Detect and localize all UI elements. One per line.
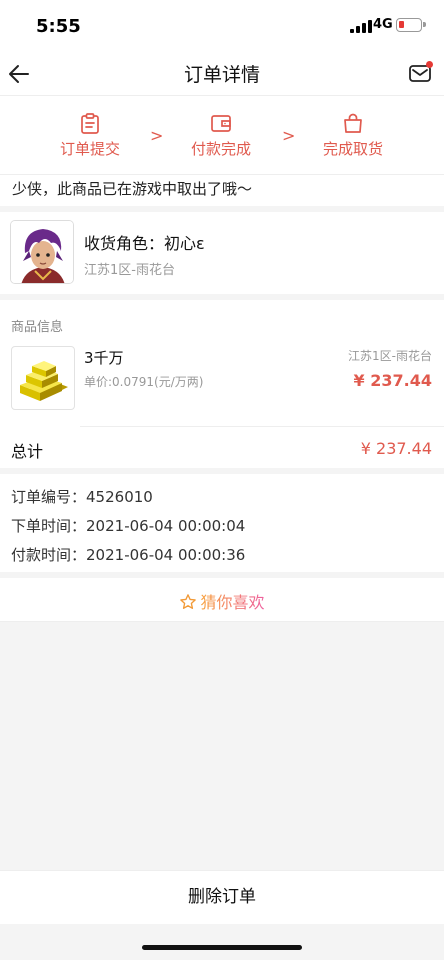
status-time: 5:55 xyxy=(36,16,81,37)
step-label: 订单提交 xyxy=(59,140,120,158)
receiver-card: 收货角色：初心ε 江苏1区-雨花台 xyxy=(0,212,444,294)
order-info-card: 订单编号：4526010 下单时间：2021-06-04 00:00:04 付款… xyxy=(0,474,444,572)
goods-unit-price: 单价:0.0791(元/万两) xyxy=(84,375,204,389)
message-button[interactable] xyxy=(406,58,436,88)
delivery-notice: 少侠，此商品已在游戏中取出了哦～ xyxy=(0,174,444,206)
chevron-right-icon: > xyxy=(282,126,296,145)
chevron-right-icon: > xyxy=(150,126,164,145)
total-label: 总计 xyxy=(11,442,44,461)
battery-icon xyxy=(396,18,426,32)
signal-icon xyxy=(350,20,372,33)
character-avatar xyxy=(10,220,74,284)
step-label: 完成取货 xyxy=(322,140,383,158)
order-paid-label: 付款时间： xyxy=(11,546,87,564)
guess-you-like[interactable]: 猜你喜欢 xyxy=(0,578,444,622)
status-bar: 5:55 4G xyxy=(0,0,444,52)
order-created-time: 2021-06-04 00:00:04 xyxy=(86,517,246,535)
gold-bars-image xyxy=(11,346,75,410)
goods-name: 3千万 xyxy=(84,349,124,367)
total-value: ¥ 237.44 xyxy=(360,439,432,458)
order-created-row: 下单时间：2021-06-04 00:00:04 xyxy=(11,515,245,536)
receiver-server: 江苏1区-雨花台 xyxy=(84,263,175,278)
goods-server: 江苏1区-雨花台 xyxy=(348,349,432,363)
delete-order-button[interactable]: 删除订单 xyxy=(0,870,444,924)
order-number: 4526010 xyxy=(86,488,153,506)
home-indicator xyxy=(142,945,302,950)
receiver-role-label: 收货角色： xyxy=(84,234,165,253)
order-number-label: 订单编号： xyxy=(11,488,87,506)
step-paid: 付款完成 xyxy=(171,112,271,159)
nav-bar: 订单详情 xyxy=(0,52,444,96)
step-label: 付款完成 xyxy=(190,140,251,158)
unread-dot xyxy=(426,61,433,68)
star-icon xyxy=(180,594,197,609)
order-number-row: 订单编号：4526010 xyxy=(11,486,153,507)
goods-section-title: 商品信息 xyxy=(11,320,64,335)
goods-price: ¥ 237.44 xyxy=(353,371,432,390)
receiver-role-name: 初心ε xyxy=(164,234,205,253)
page-title: 订单详情 xyxy=(183,64,260,86)
wallet-icon xyxy=(211,115,231,132)
shopping-bag-icon xyxy=(344,113,362,133)
order-paid-row: 付款时间：2021-06-04 00:00:36 xyxy=(11,544,245,565)
clipboard-icon xyxy=(81,113,99,134)
order-created-label: 下单时间： xyxy=(11,517,87,535)
order-paid-time: 2021-06-04 00:00:36 xyxy=(86,546,246,564)
receiver-role: 收货角色：初心ε xyxy=(84,230,205,254)
step-received: 完成取货 xyxy=(303,112,403,159)
network-type: 4G xyxy=(373,17,393,32)
order-progress: 订单提交 > 付款完成 > 完成取货 xyxy=(0,96,444,174)
goods-card: 商品信息 3千万 单价:0.0791(元/万两) 江苏1区-雨花台 ¥ 237.… xyxy=(0,300,444,468)
guess-label: 猜你喜欢 xyxy=(200,593,265,612)
divider xyxy=(80,426,444,427)
step-submitted: 订单提交 xyxy=(40,112,140,159)
